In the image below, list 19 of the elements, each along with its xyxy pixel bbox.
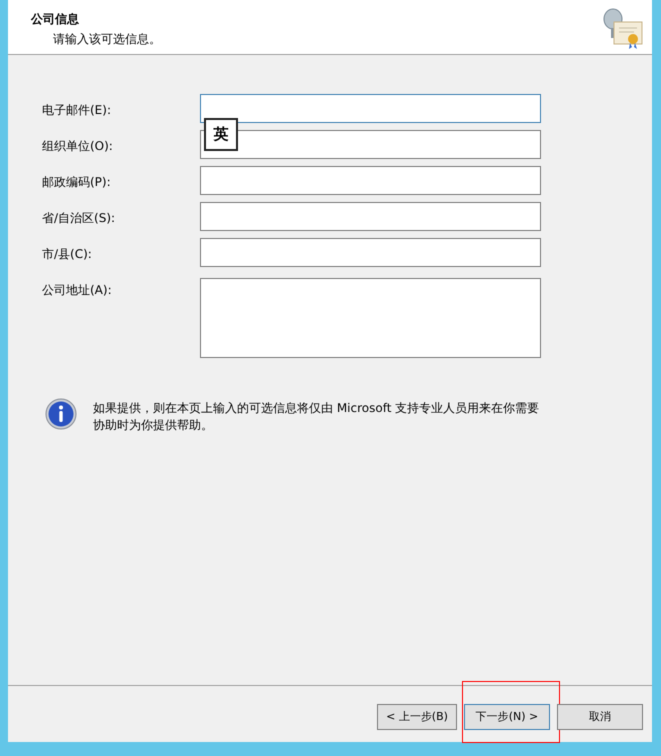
input-field[interactable] — [200, 278, 541, 358]
input-field[interactable] — [200, 94, 541, 123]
input-field[interactable] — [200, 238, 541, 267]
wizard-button[interactable]: 取消 — [557, 704, 643, 730]
info-text: 如果提供，则在本页上输入的可选信息将仅由 Microsoft 支持专业人员用来在你需要协助时为你提供帮助。 — [93, 400, 540, 434]
field-label: 电子邮件(E): — [42, 102, 112, 119]
input-field[interactable] — [200, 166, 541, 195]
field-label: 组织单位(O): — [42, 138, 114, 155]
page-subtitle: 请输入该可选信息。 — [53, 31, 161, 48]
field-label: 省/自治区(S): — [42, 210, 116, 227]
field-label: 邮政编码(P): — [42, 174, 112, 191]
info-icon — [45, 398, 77, 430]
wizard-button[interactable]: < 上一步(B) — [377, 704, 457, 730]
wizard-button[interactable]: 下一步(N) > — [464, 704, 550, 730]
input-mode-indicator: 英 — [204, 118, 238, 151]
page-title: 公司信息 — [31, 11, 80, 28]
field-label: 公司地址(A): — [42, 282, 113, 299]
input-field[interactable] — [200, 202, 541, 231]
field-label: 市/县(C): — [42, 246, 93, 263]
